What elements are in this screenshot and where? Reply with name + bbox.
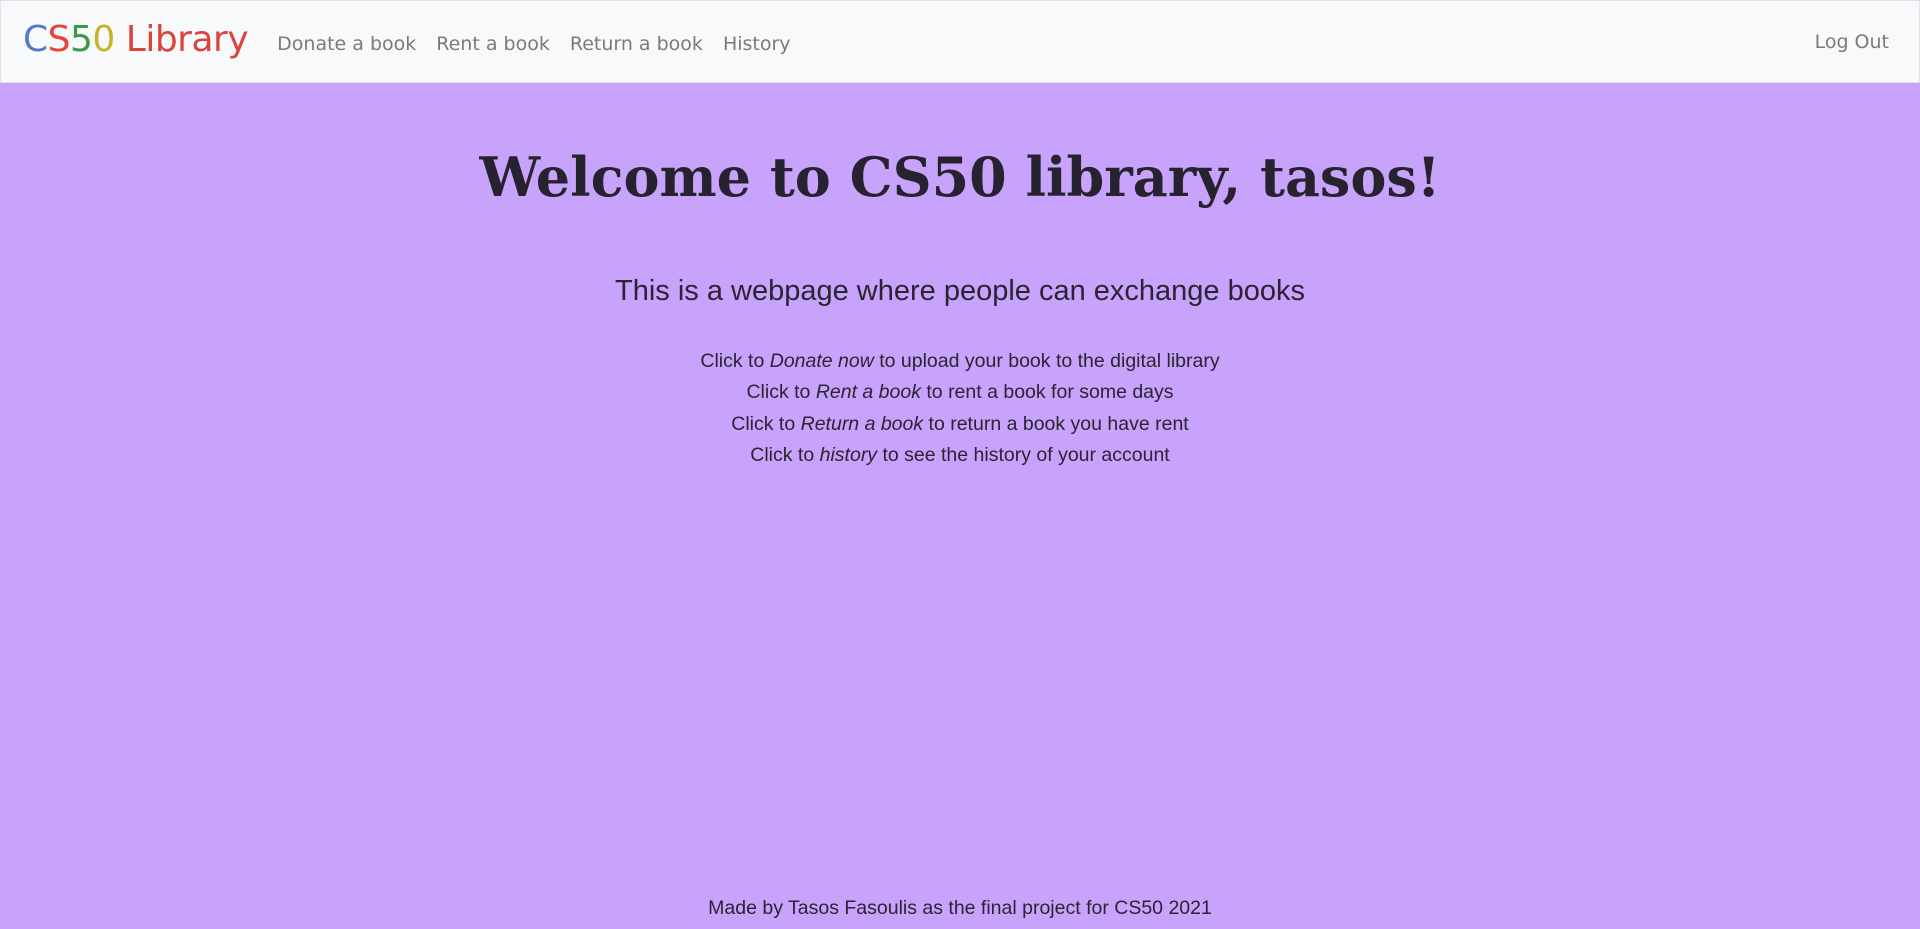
main-content: Welcome to CS50 library, tasos! This is …: [0, 83, 1920, 472]
instruction-emphasis: history: [819, 444, 878, 467]
nav-donate-link[interactable]: Donate a book: [267, 33, 426, 55]
instruction-emphasis: Donate now: [769, 349, 874, 372]
instruction-line: Click to Donate now to upload your book …: [0, 346, 1920, 378]
footer-credit: Made by Tasos Fasoulis as the final proj…: [708, 897, 1212, 919]
brand-letter-0: 0: [92, 19, 115, 60]
logout-link[interactable]: Log Out: [1805, 31, 1897, 53]
instruction-line: Click to Rent a book to rent a book for …: [0, 377, 1920, 409]
page-subtitle: This is a webpage where people can excha…: [614, 274, 1305, 307]
instruction-line: Click to history to see the history of y…: [0, 440, 1920, 472]
brand-letter-s: S: [47, 19, 71, 60]
instruction-suffix: to rent a book for some days: [920, 381, 1174, 404]
page-title: Welcome to CS50 library, tasos!: [479, 145, 1441, 209]
nav-history-link[interactable]: History: [713, 33, 801, 55]
instruction-suffix: to see the history of your account: [877, 444, 1170, 467]
instruction-prefix: Click to: [731, 412, 801, 435]
instruction-suffix: to return a book you have rent: [923, 412, 1189, 435]
instruction-suffix: to upload your book to the digital libra…: [873, 349, 1220, 372]
navbar: C S 5 0 Library Donate a book Rent a boo…: [0, 0, 1920, 83]
brand-logo-link[interactable]: C S 5 0 Library: [23, 19, 249, 60]
nav-return-link[interactable]: Return a book: [560, 33, 713, 55]
instruction-prefix: Click to: [750, 444, 820, 467]
instruction-prefix: Click to: [700, 349, 770, 372]
instruction-emphasis: Rent a book: [815, 381, 921, 404]
instruction-prefix: Click to: [746, 381, 816, 404]
nav-rent-link[interactable]: Rent a book: [426, 33, 560, 55]
instructions: Click to Donate now to upload your book …: [0, 346, 1920, 472]
brand-letter-c: C: [23, 19, 48, 60]
brand-letter-5: 5: [70, 19, 93, 60]
nav-links: Donate a book Rent a book Return a book …: [267, 29, 800, 55]
nav-right: Log Out: [1805, 31, 1897, 53]
instruction-line: Click to Return a book to return a book …: [0, 409, 1920, 441]
brand-word-library: Library: [114, 19, 249, 60]
instruction-emphasis: Return a book: [800, 412, 924, 435]
